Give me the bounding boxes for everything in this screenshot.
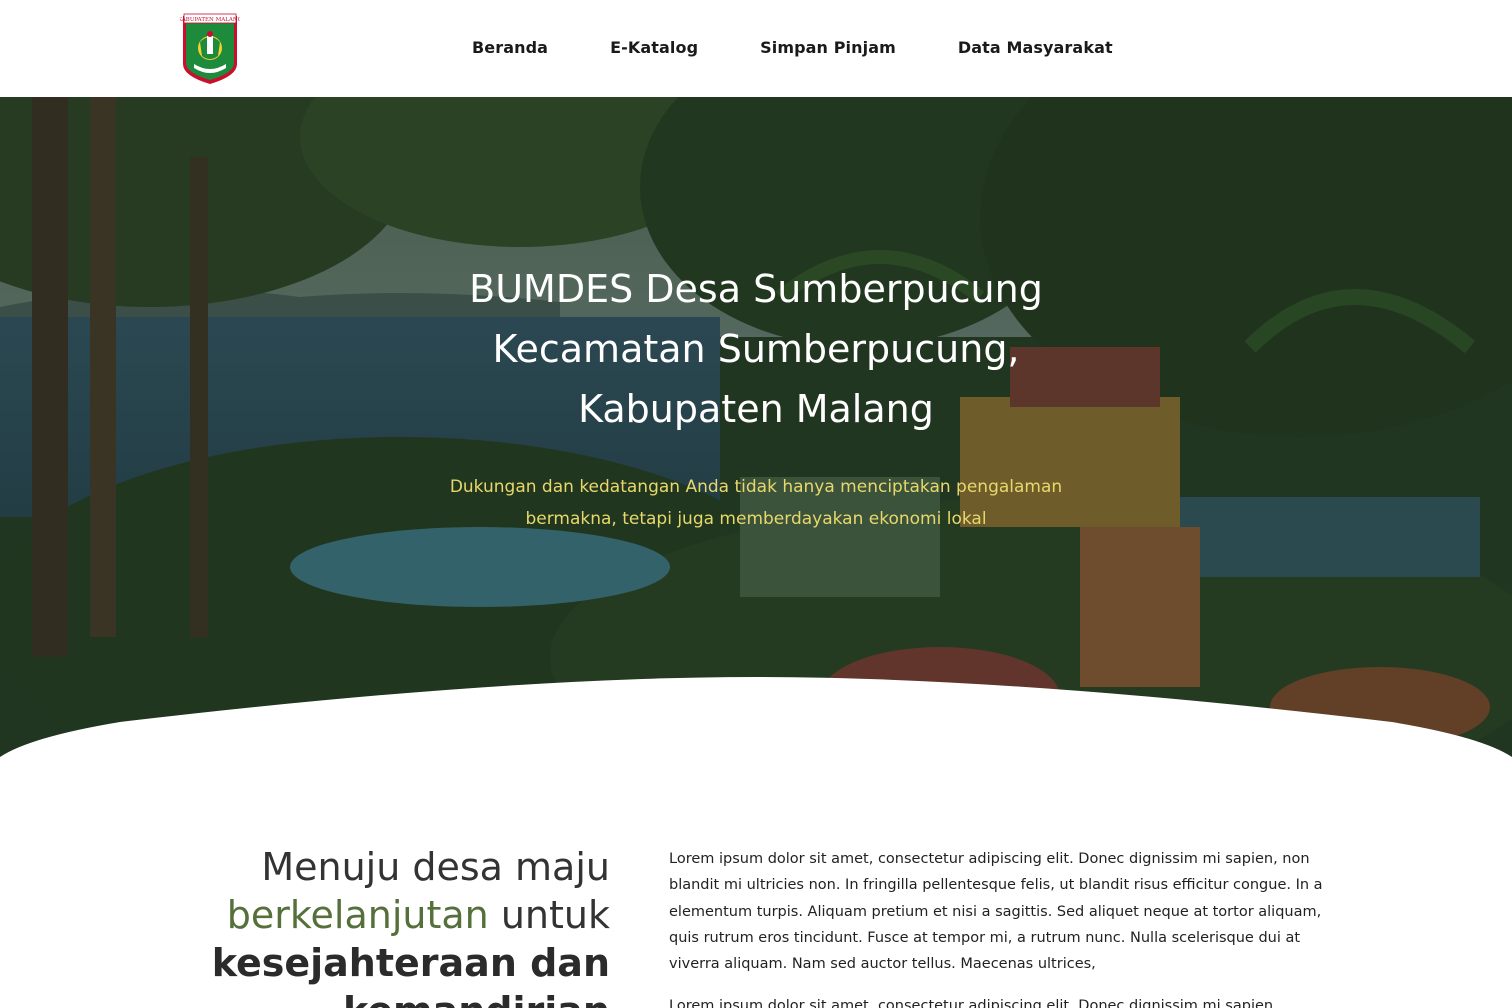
about-heading-green: berkelanjutan [226, 893, 489, 937]
about-paragraph-1: Lorem ipsum dolor sit amet, consectetur … [669, 851, 1323, 973]
about-heading-part-1: Menuju desa maju [261, 845, 610, 889]
nav-data-masyarakat[interactable]: Data Masyarakat [958, 38, 1113, 57]
hero-subtitle: Dukungan dan kedatangan Anda tidak hanya… [406, 471, 1106, 535]
hero-section: BUMDES Desa Sumberpucung Kecamatan Sumbe… [0, 97, 1512, 757]
hero-bottom-curve [0, 677, 1512, 757]
about-heading-part-2: untuk [488, 893, 610, 937]
nav-e-katalog[interactable]: E-Katalog [610, 38, 698, 57]
hero-title-line-3: Kabupaten Malang [578, 387, 934, 431]
about-heading-bold-1: kesejahteraan dan [211, 941, 610, 985]
nav-beranda[interactable]: Beranda [472, 38, 548, 57]
nav-simpan-pinjam[interactable]: Simpan Pinjam [760, 38, 896, 57]
about-paragraph-2: Lorem ipsum dolor sit amet, consectetur … [669, 998, 1278, 1008]
main-nav: Beranda E-Katalog Simpan Pinjam Data Mas… [472, 38, 1113, 57]
hero-title-line-1: BUMDES Desa Sumberpucung [469, 267, 1043, 311]
hero-title: BUMDES Desa Sumberpucung Kecamatan Sumbe… [356, 259, 1156, 439]
hero-subtitle-line-2: bermakna, tetapi juga memberdayakan ekon… [525, 509, 987, 529]
about-heading-bold-2: kemandirian [343, 989, 610, 1008]
svg-text:KABUPATEN MALANG: KABUPATEN MALANG [180, 17, 240, 23]
about-heading: Menuju desa maju berkelanjutan untuk kes… [160, 843, 610, 1008]
kabupaten-malang-logo[interactable]: KABUPATEN MALANG [178, 12, 242, 86]
hero-subtitle-line-1: Dukungan dan kedatangan Anda tidak hanya… [449, 477, 1063, 497]
site-header: KABUPATEN MALANG Beranda E-Katalog Simpa… [0, 0, 1512, 97]
about-text: Lorem ipsum dolor sit amet, consectetur … [669, 846, 1334, 1008]
hero-title-line-2: Kecamatan Sumberpucung, [492, 327, 1020, 371]
